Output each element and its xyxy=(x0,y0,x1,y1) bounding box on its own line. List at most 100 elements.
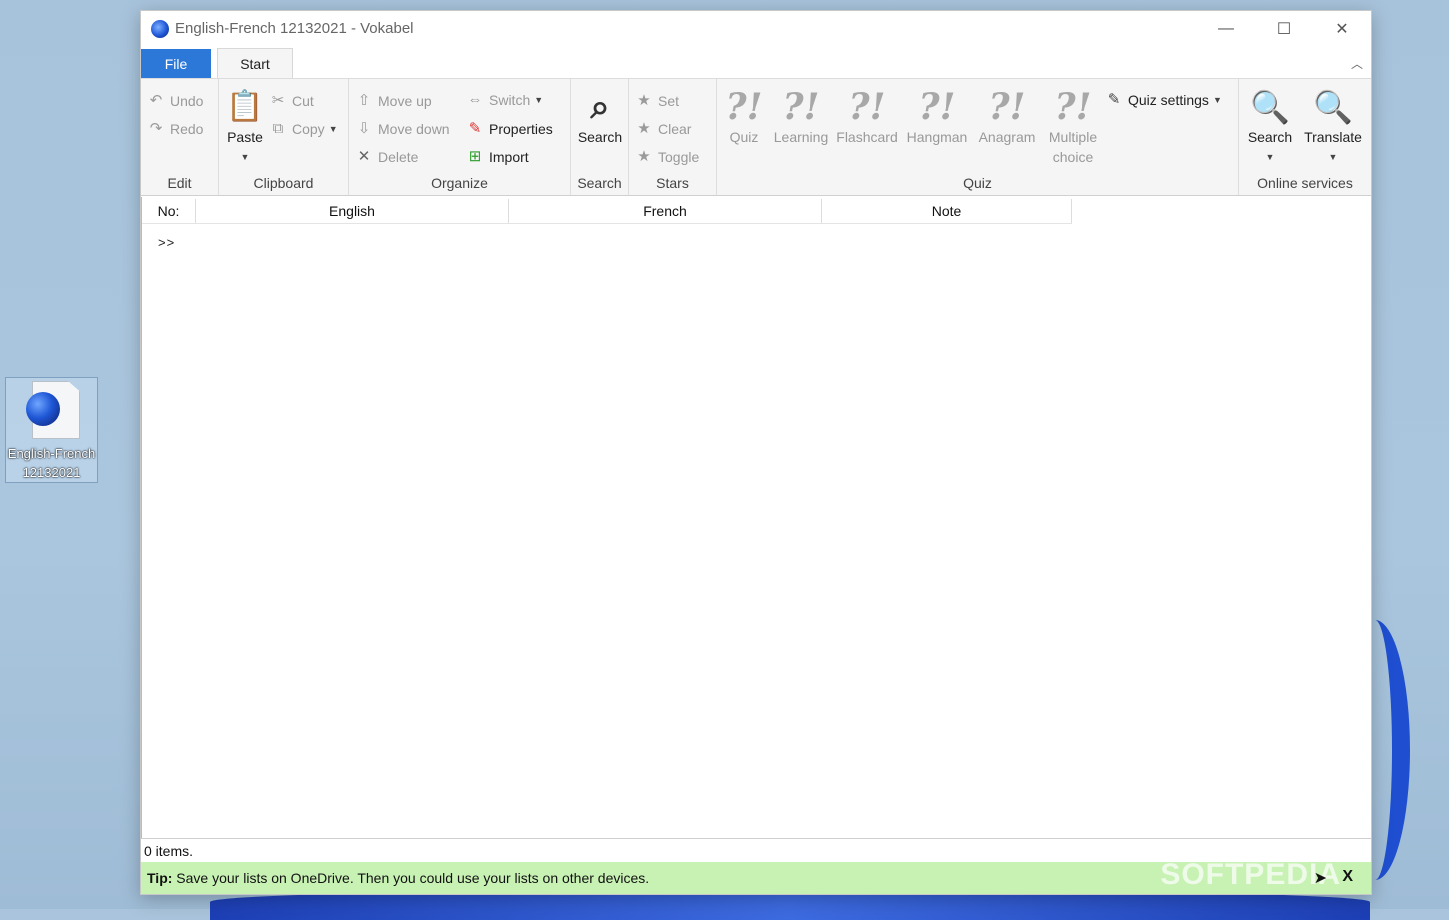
group-label-search: Search xyxy=(577,175,622,191)
delete-label: Delete xyxy=(378,149,419,165)
import-label: Import xyxy=(489,149,529,165)
column-header-no[interactable]: No: xyxy=(142,199,196,223)
group-label-organize: Organize xyxy=(431,175,488,191)
switch-arrows-icon: ⇔ xyxy=(467,91,483,108)
online-search-button[interactable]: 🔍 Search ▼ xyxy=(1243,87,1297,167)
quiz-label: Quiz xyxy=(729,129,759,145)
redo-button[interactable]: ↷ Redo xyxy=(147,120,204,138)
vocabulary-grid[interactable]: No: English French Note >> xyxy=(141,197,1371,838)
hangman-label: Hangman xyxy=(906,129,968,145)
search-label: Search xyxy=(577,129,623,145)
quiz-settings-dropdown-icon: ▼ xyxy=(1212,95,1222,105)
online-search-dropdown-icon: ▼ xyxy=(1265,152,1275,162)
app-globe-icon xyxy=(151,20,169,38)
set-star-button[interactable]: ★ Set xyxy=(635,92,679,110)
quiz-question-icon: ?! xyxy=(725,86,763,128)
toggle-label: Toggle xyxy=(658,149,700,165)
tip-close-button[interactable]: X xyxy=(1342,868,1353,886)
properties-label: Properties xyxy=(489,121,553,137)
hangman-button[interactable]: ?! Hangman xyxy=(904,87,970,147)
copy-button[interactable]: ⧉ Copy ▼ xyxy=(269,120,338,138)
translate-label: Translate xyxy=(1304,129,1362,145)
redo-label: Redo xyxy=(170,121,204,137)
anagram-label: Anagram xyxy=(978,129,1036,145)
paste-label: Paste xyxy=(227,129,263,145)
settings-edit-icon: ✎ xyxy=(1107,91,1121,108)
arrow-down-icon: ⇩ xyxy=(357,120,371,137)
cut-button[interactable]: ✂ Cut xyxy=(269,92,314,110)
paste-button[interactable]: 📋 Paste ▼ xyxy=(225,87,265,167)
ribbon-tabs: File Start ︿ xyxy=(141,48,1371,78)
globe-search-icon: 🔍 xyxy=(1250,88,1290,126)
switch-label: Switch xyxy=(489,92,531,108)
star-clear-icon: ★ xyxy=(637,120,651,137)
column-header-french[interactable]: French xyxy=(509,199,822,223)
new-row-marker[interactable]: >> xyxy=(158,235,175,250)
learning-question-icon: ?! xyxy=(782,86,820,128)
quiz-button[interactable]: ?! Quiz xyxy=(723,87,765,147)
send-arrow-icon[interactable]: ➤ xyxy=(1314,868,1327,888)
app-window: English-French 12132021 - Vokabel — ☐ ✕ … xyxy=(140,10,1372,895)
import-button[interactable]: ⊞ Import xyxy=(466,148,529,166)
undo-button[interactable]: ↶ Undo xyxy=(147,92,204,110)
group-label-online-services: Online services xyxy=(1257,175,1353,191)
group-organize: ⇧ Move up ⇩ Move down ✕ Delete ⇔ Switch ▼ ✎ Pr… xyxy=(349,79,571,195)
flashcard-button[interactable]: ?! Flashcard xyxy=(835,87,899,147)
flashcard-label: Flashcard xyxy=(836,129,898,145)
move-up-button[interactable]: ⇧ Move up xyxy=(355,92,432,110)
paste-dropdown-icon: ▼ xyxy=(240,152,250,162)
tab-start[interactable]: Start xyxy=(217,48,293,78)
properties-icon: ✎ xyxy=(468,120,482,137)
group-label-clipboard: Clipboard xyxy=(253,175,314,191)
group-stars: ★ Set ★ Clear ★ Toggle Stars xyxy=(629,79,717,195)
column-header-english[interactable]: English xyxy=(196,199,509,223)
arrow-up-icon: ⇧ xyxy=(357,92,371,109)
set-label: Set xyxy=(658,93,680,109)
tip-text-container: Tip: Save your lists on OneDrive. Then y… xyxy=(147,870,649,886)
delete-button[interactable]: ✕ Delete xyxy=(355,148,419,166)
clear-star-button[interactable]: ★ Clear xyxy=(635,120,691,138)
move-down-button[interactable]: ⇩ Move down xyxy=(355,120,450,138)
tip-bar: Tip: Save your lists on OneDrive. Then y… xyxy=(141,858,1371,894)
tip-text: Save your lists on OneDrive. Then you co… xyxy=(176,870,650,886)
group-label-quiz: Quiz xyxy=(963,175,992,191)
quiz-settings-button[interactable]: ✎ Quiz settings ▼ xyxy=(1105,91,1222,109)
maximize-button[interactable]: ☐ xyxy=(1255,11,1313,47)
star-toggle-icon: ★ xyxy=(637,148,651,165)
desktop-icon-label: English-French 12132021 xyxy=(7,446,96,480)
magnifier-icon: ⌕ xyxy=(590,87,610,127)
window-title: English-French 12132021 - Vokabel xyxy=(175,20,414,37)
clear-label: Clear xyxy=(658,121,692,137)
desktop-file-icon[interactable]: English-French 12132021 xyxy=(5,377,98,483)
clipboard-icon: 📋 xyxy=(226,89,264,124)
translate-button[interactable]: 🔍 Translate ▼ xyxy=(1301,87,1365,167)
minimize-button[interactable]: — xyxy=(1197,11,1255,47)
tip-label: Tip: xyxy=(147,870,173,886)
multiple-choice-button[interactable]: ?! Multiple choice xyxy=(1043,87,1103,167)
column-header-note[interactable]: Note xyxy=(822,199,1072,223)
group-label-edit: Edit xyxy=(167,175,192,191)
search-button[interactable]: ⌕ Search xyxy=(575,87,625,147)
collapse-ribbon-icon[interactable]: ︿ xyxy=(1351,55,1363,71)
multiple-choice-label-2: choice xyxy=(1052,149,1094,165)
move-up-label: Move up xyxy=(378,93,432,109)
delete-x-icon: ✕ xyxy=(357,148,371,165)
ribbon: ↶ Undo ↷ Redo Edit 📋 Paste ▼ ✂ Cut ⧉ Copy ▼ C… xyxy=(141,78,1371,196)
hangman-question-icon: ?! xyxy=(918,86,956,128)
tab-file[interactable]: File xyxy=(141,49,211,78)
toggle-star-button[interactable]: ★ Toggle xyxy=(635,148,699,166)
group-quiz: ?! Quiz ?! Learning ?! Flashcard ?! Hang… xyxy=(717,79,1239,195)
close-button[interactable]: ✕ xyxy=(1313,11,1371,47)
item-count: 0 items. xyxy=(144,843,194,859)
anagram-button[interactable]: ?! Anagram xyxy=(975,87,1039,147)
switch-button[interactable]: ⇔ Switch ▼ xyxy=(466,91,544,109)
properties-button[interactable]: ✎ Properties xyxy=(466,120,553,138)
move-down-label: Move down xyxy=(378,121,450,137)
group-label-stars: Stars xyxy=(656,175,689,191)
undo-label: Undo xyxy=(170,93,204,109)
globe-translate-icon: 🔍 xyxy=(1313,88,1353,126)
translate-dropdown-icon: ▼ xyxy=(1328,152,1338,162)
learning-label: Learning xyxy=(773,129,829,145)
scissors-icon: ✂ xyxy=(271,92,285,109)
learning-button[interactable]: ?! Learning xyxy=(771,87,831,147)
